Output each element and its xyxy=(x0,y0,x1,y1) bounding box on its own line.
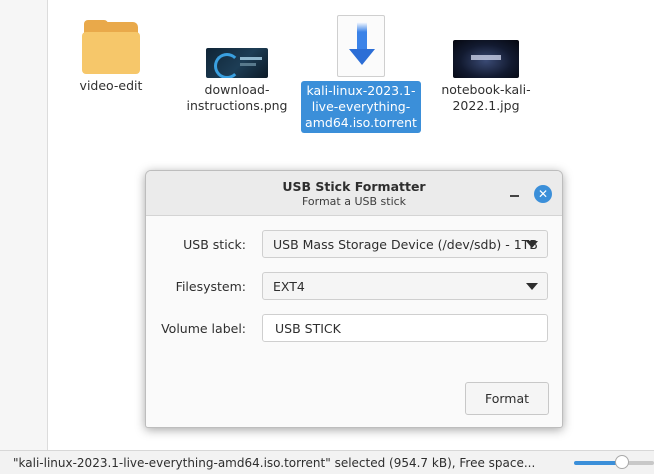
file-name-selected: kali-linux-2023.1- live-everything- amd6… xyxy=(301,81,421,133)
volume-label-label: Volume label: xyxy=(161,321,246,336)
close-icon: ✕ xyxy=(537,187,549,201)
file-name: download- instructions.png xyxy=(186,82,288,113)
filesystem-value: EXT4 xyxy=(273,279,305,294)
file-item-kali-torrent[interactable]: kali-linux-2023.1- live-everything- amd6… xyxy=(301,15,421,133)
dialog-title: USB Stick Formatter xyxy=(282,179,426,194)
dialog-subtitle: Format a USB stick xyxy=(301,195,407,208)
filesystem-label: Filesystem: xyxy=(175,279,246,294)
file-name: notebook-kali- 2022.1.jpg xyxy=(441,82,531,113)
usb-stick-label: USB stick: xyxy=(183,237,246,252)
file-item-video-edit[interactable]: video-edit xyxy=(76,20,146,94)
file-name: video-edit xyxy=(79,78,143,93)
zoom-slider[interactable] xyxy=(574,455,654,469)
file-item-notebook-kali[interactable]: notebook-kali- 2022.1.jpg xyxy=(434,40,538,114)
volume-label-row: Volume label: xyxy=(146,314,562,344)
file-item-download-instructions[interactable]: download- instructions.png xyxy=(180,48,294,114)
dialog-titlebar[interactable]: USB Stick Formatter Format a USB stick ✕ xyxy=(146,171,562,216)
usb-stick-select[interactable]: USB Mass Storage Device (/dev/sdb) - 1TB xyxy=(262,230,548,258)
usb-stick-row: USB stick: USB Mass Storage Device (/dev… xyxy=(146,230,562,260)
image-thumbnail-icon xyxy=(453,40,519,78)
minimize-button[interactable] xyxy=(508,185,522,199)
filesystem-row: Filesystem: EXT4 xyxy=(146,272,562,302)
close-button[interactable]: ✕ xyxy=(534,185,552,203)
status-text: "kali-linux-2023.1-live-everything-amd64… xyxy=(13,456,536,470)
volume-label-input[interactable] xyxy=(275,316,545,340)
filesystem-select[interactable]: EXT4 xyxy=(262,272,548,300)
folder-icon xyxy=(82,20,140,74)
dropdown-arrow-icon xyxy=(526,283,538,290)
volume-label-field-wrapper xyxy=(262,314,548,342)
dropdown-arrow-icon xyxy=(526,241,538,248)
torrent-download-icon xyxy=(337,15,385,77)
usb-formatter-dialog: USB Stick Formatter Format a USB stick ✕… xyxy=(145,170,563,428)
format-button[interactable]: Format xyxy=(465,382,549,415)
image-thumbnail-icon xyxy=(206,48,268,78)
zoom-slider-handle[interactable] xyxy=(615,455,629,469)
usb-stick-value: USB Mass Storage Device (/dev/sdb) - 1TB xyxy=(273,237,538,252)
sidebar-strip xyxy=(0,0,48,450)
status-bar: "kali-linux-2023.1-live-everything-amd64… xyxy=(0,450,654,474)
